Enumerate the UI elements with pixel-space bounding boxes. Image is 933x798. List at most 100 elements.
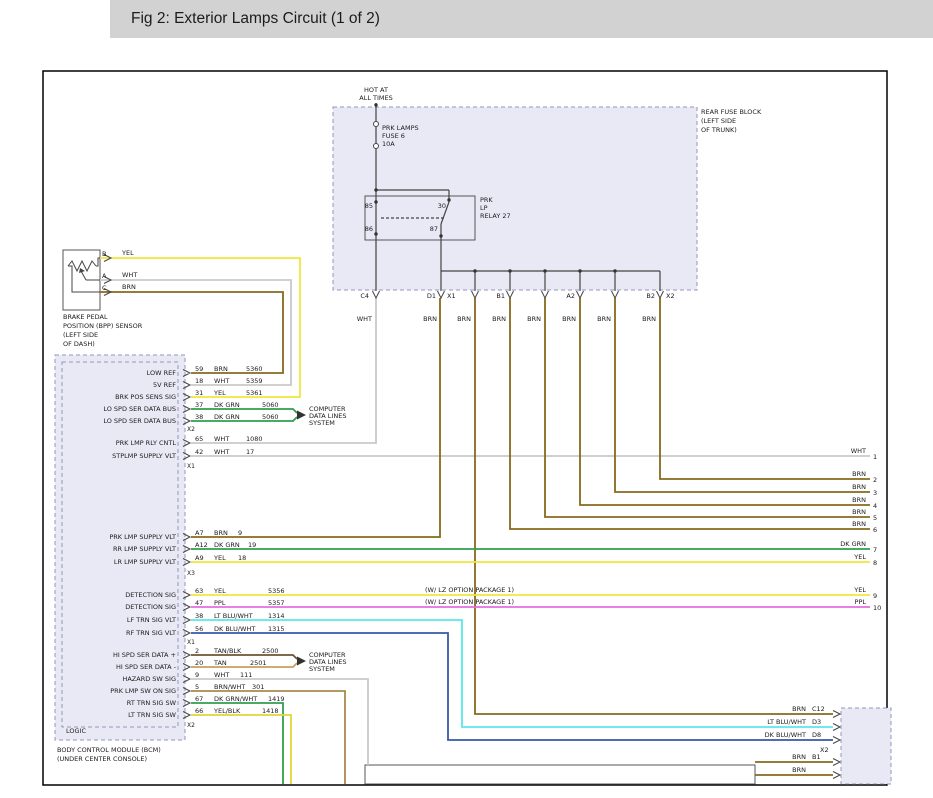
bcm-conn-0: X2 [187,426,195,433]
bcm-r19-pin: 66 [195,707,203,715]
bcm-r9-color: YEL [213,554,226,562]
bcm-r9-circuit: 18 [238,554,246,562]
bcm-r6-color: WHT [214,448,229,456]
edge-c-3: BRN [852,483,866,491]
relay-term-86: 86 [365,225,373,233]
bcm-r0-color: BRN [214,365,228,373]
edge-c-1: WHT [851,447,866,455]
relay-85-dot [374,200,377,203]
bcm-r2-pin: 31 [195,389,203,397]
sensor-term-c: C [102,284,107,292]
bcm-r8-circuit: 19 [248,541,256,549]
bus-dot-5 [613,269,616,272]
bus-dot-2 [508,269,511,272]
bcm-r7-pin: A7 [195,529,204,537]
fb-pin-d1: D1 [427,292,436,300]
bcm-r6-circuit: 17 [246,448,254,456]
relay-term-87: 87 [430,225,438,233]
br-r1-pin: D3 [812,718,821,726]
bcm-r0-circuit: 5360 [246,365,263,373]
edge-n-2: 2 [873,476,877,484]
fb-wire-3: BRN [492,315,506,323]
fb-conn-x1: X1 [447,292,456,300]
edge-n-1: 1 [873,453,877,461]
bcm-r2-circuit: 5361 [246,389,263,397]
br-r3-pin: B1 [812,753,821,761]
bcm-r6-signal: STPLMP SUPPLY VLT [112,452,176,460]
bcm-r16-circuit: 111 [240,671,252,679]
bcm-r4-circuit: 5060 [262,413,279,421]
bcm-r18-pin: 67 [195,695,203,703]
bcm-r1-color: WHT [214,377,229,385]
bus-dot-4 [578,269,581,272]
bcm-r19-circuit: 1418 [262,707,279,715]
bcm-r10-circuit: 5356 [268,587,285,595]
edge-n-9: 9 [873,592,877,600]
bcm-r13-signal: RF TRN SIG VLT [126,629,176,637]
br-r2-color: DK BLU/WHT [765,731,806,739]
edge-c-4: BRN [852,496,866,504]
bcm-r18-signal: RT TRN SIG SW [127,699,177,707]
bcm-r7-signal: PRK LMP SUPPLY VLT [109,533,176,541]
bcm-r12-signal: LF TRN SIG VLT [127,616,176,624]
bcm-r13-circuit: 1315 [268,625,285,633]
bcm-r1-pin: 18 [195,377,203,385]
relay-name-3: RELAY 27 [480,212,511,220]
bcm-r10-color: YEL [213,587,226,595]
bcm-r14-signal: HI SPD SER DATA + [113,651,176,659]
bcm-r13-color: DK BLU/WHT [214,625,255,633]
bcm-r4-pin: 38 [195,413,203,421]
bcm-r12-color: LT BLU/WHT [214,612,253,620]
edge-c-2: BRN [852,470,866,478]
fuse-terminal-bottom [374,144,379,149]
data-lines-1c: SYSTEM [309,419,335,427]
bcm-r14-circuit: 2500 [262,647,279,655]
fb-wire-1: BRN [423,315,437,323]
edge-c-10: PPL [855,598,867,606]
fb-pin-b2: B2 [646,292,655,300]
bcm-conn-2: X3 [187,570,195,577]
bcm-r9-pin: A9 [195,554,204,562]
all-times-label: ALL TIMES [359,94,392,102]
bcm-r12-circuit: 1314 [268,612,285,620]
fb-wire-7: BRN [642,315,656,323]
bcm-r16-color: WHT [214,671,229,679]
bcm-r11-color: PPL [214,599,226,607]
fuse-label-2: FUSE 6 [382,132,405,140]
br-r4-color: BRN [792,766,806,774]
br-r2-pin: D8 [812,731,821,739]
fuse-label-3: 10A [382,140,395,148]
bcm-r9-signal: LR LMP SUPPLY VLT [114,558,176,566]
edge-n-7: 7 [873,546,877,554]
bcm-r11-note: (W/ LZ OPTION PACKAGE 1) [425,598,514,606]
bcm-conn-1: X1 [187,463,195,470]
edge-n-4: 4 [873,502,877,510]
bcm-conn-4: X2 [187,722,195,729]
bcm-r5-circuit: 1080 [246,435,263,443]
sensor-name-4: OF DASH) [63,340,95,348]
bcm-r3-color: DK GRN [214,401,240,409]
sensor-term-a: A [102,272,107,280]
fb-wire-0: WHT [357,315,372,323]
bcm-r1-circuit: 5359 [246,377,263,385]
edge-c-9: YEL [853,586,866,594]
bus-dot-3 [543,269,546,272]
bcm-r0-signal: LOW REF [147,369,177,377]
fuse-terminal-top [374,122,379,127]
edge-c-5: BRN [852,508,866,516]
fb-pin-c4: C4 [360,292,369,300]
right-module-box [841,708,891,784]
bcm-r16-signal: HAZARD SW SIG [122,675,176,683]
sensor-name-3: (LEFT SIDE [63,331,98,339]
bcm-r3-signal: LO SPD SER DATA BUS [103,405,176,413]
relay-30-dot [447,198,450,201]
br-connector: X2 [820,746,829,754]
bcm-r3-pin: 37 [195,401,203,409]
bcm-r15-color: TAN [213,659,227,667]
bcm-r17-pin: 5 [195,683,199,691]
bcm-r7-circuit: 9 [238,529,242,537]
bcm-r17-circuit: 301 [252,683,264,691]
bcm-r15-circuit: 2501 [250,659,267,667]
edge-n-10: 10 [873,604,881,612]
fb-wire-5: BRN [562,315,576,323]
